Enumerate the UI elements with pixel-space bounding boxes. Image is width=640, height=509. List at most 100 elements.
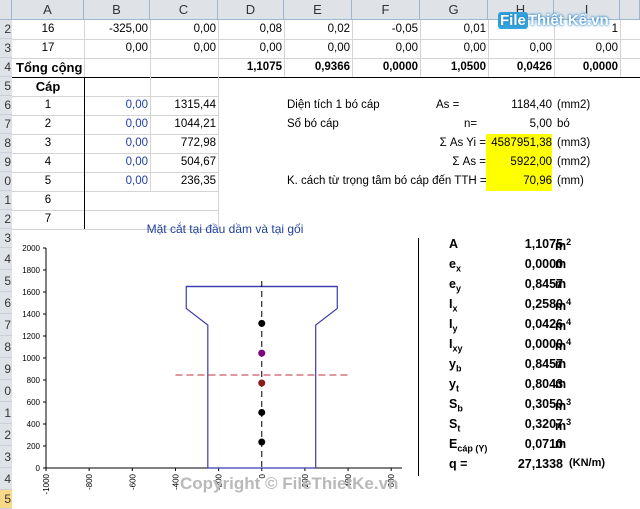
cap-x-value[interactable]: 0,00 xyxy=(84,153,148,172)
row-header-25[interactable]: 5 xyxy=(0,77,12,96)
property-value[interactable]: 0,0000 xyxy=(481,337,563,351)
info-value-sum-asyi[interactable]: 4587951,38 xyxy=(486,134,552,153)
row-header-38[interactable]: 8 xyxy=(0,336,12,358)
info-label-distance[interactable]: K. cách từ trọng tâm bó cáp đến TTH = xyxy=(287,172,487,191)
row-header-33[interactable]: 3 xyxy=(0,229,12,248)
row-header-45[interactable]: 5 xyxy=(0,490,12,509)
column-header-b[interactable]: B xyxy=(84,0,150,20)
info-value-sum-as[interactable]: 5922,00 xyxy=(486,153,552,172)
cell-b23[interactable]: 0,00 xyxy=(84,39,148,58)
cap-number[interactable]: 2 xyxy=(12,115,84,134)
property-value[interactable]: 0,8457 xyxy=(481,277,563,291)
property-value[interactable]: 0,0000 xyxy=(481,257,563,271)
cap-x-value[interactable]: 0,00 xyxy=(84,96,148,115)
info-value-n[interactable]: 5,00 xyxy=(486,115,552,134)
cell-d22[interactable]: 0,08 xyxy=(218,20,282,39)
row-header-36[interactable]: 6 xyxy=(0,292,12,314)
property-row: Ix 0,2580 m4 xyxy=(419,294,623,316)
cap-x-value[interactable]: 0,00 xyxy=(84,172,148,191)
cell-i23[interactable]: 0,00 xyxy=(554,39,618,58)
property-value[interactable]: 0,3207 xyxy=(481,417,563,431)
row-header-37[interactable]: 7 xyxy=(0,314,12,336)
row-header-32[interactable]: 2 xyxy=(0,210,12,229)
column-header-c[interactable]: C xyxy=(150,0,218,20)
row-header-40[interactable]: 0 xyxy=(0,380,12,402)
cell-g23[interactable]: 0,00 xyxy=(420,39,486,58)
info-label-area[interactable]: Diện tích 1 bó cáp xyxy=(287,96,380,115)
cap-number[interactable]: 4 xyxy=(12,153,84,172)
property-value[interactable]: 0,0710 xyxy=(481,437,563,451)
property-row: yt 0,8043 m xyxy=(419,374,623,396)
cap-x-value[interactable]: 0,00 xyxy=(84,115,148,134)
cap-y-value[interactable]: 504,67 xyxy=(150,153,216,172)
cap-y-value[interactable]: 236,35 xyxy=(150,172,216,191)
cell-h23[interactable]: 0,00 xyxy=(488,39,552,58)
column-header-next[interactable] xyxy=(620,0,640,20)
cap-y-value[interactable] xyxy=(150,191,216,210)
property-value[interactable]: 0,3050 xyxy=(481,397,563,411)
property-value[interactable]: 0,8043 xyxy=(481,377,563,391)
cell-e22[interactable]: 0,02 xyxy=(284,20,350,39)
cell-d23[interactable]: 0,00 xyxy=(218,39,282,58)
total-h[interactable]: 0,0426 xyxy=(488,58,552,77)
total-d[interactable]: 1,1075 xyxy=(218,58,282,77)
row-header-35[interactable]: 5 xyxy=(0,270,12,292)
cell-f23[interactable]: 0,00 xyxy=(352,39,418,58)
cap-number[interactable]: 1 xyxy=(12,96,84,115)
column-header-g[interactable]: G xyxy=(420,0,488,20)
cell-a23[interactable]: 17 xyxy=(12,39,84,58)
property-value[interactable]: 0,8457 xyxy=(481,357,563,371)
row-header-30[interactable]: 0 xyxy=(0,172,12,191)
total-label[interactable]: Tổng cộng xyxy=(16,58,146,77)
row-header-41[interactable]: 1 xyxy=(0,402,12,424)
row-header-39[interactable]: 9 xyxy=(0,358,12,380)
cap-x-value[interactable]: 0,00 xyxy=(84,134,148,153)
row-header-44[interactable]: 4 xyxy=(0,468,12,490)
row-header-31[interactable]: 1 xyxy=(0,191,12,210)
cell-f22[interactable]: -0,05 xyxy=(352,20,418,39)
cell-g22[interactable]: 0,01 xyxy=(420,20,486,39)
cap-number[interactable]: 5 xyxy=(12,172,84,191)
cap-number[interactable]: 7 xyxy=(12,210,84,229)
total-f[interactable]: 0,0000 xyxy=(352,58,418,77)
row-header-43[interactable]: 3 xyxy=(0,446,12,468)
cap-number[interactable]: 3 xyxy=(12,134,84,153)
total-g[interactable]: 1,0500 xyxy=(420,58,486,77)
property-value[interactable]: 0,2580 xyxy=(481,297,563,311)
column-header-d[interactable]: D xyxy=(218,0,284,20)
column-header-e[interactable]: E xyxy=(284,0,352,20)
row-header-34[interactable]: 4 xyxy=(0,248,12,270)
cap-y-value[interactable]: 1315,44 xyxy=(150,96,216,115)
info-value-as[interactable]: 1184,40 xyxy=(486,96,552,115)
row-header-26[interactable]: 6 xyxy=(0,96,12,115)
cap-y-value[interactable]: 772,98 xyxy=(150,134,216,153)
property-value[interactable]: 1,1075 xyxy=(481,237,563,251)
row-header-23[interactable]: 3 xyxy=(0,39,12,58)
info-label-count[interactable]: Số bó cáp xyxy=(287,115,339,134)
cell-a22[interactable]: 16 xyxy=(12,20,84,39)
row-header-22[interactable]: 2 xyxy=(0,20,12,39)
cap-y-value[interactable]: 1044,21 xyxy=(150,115,216,134)
corner-cell[interactable] xyxy=(0,0,12,20)
column-header-f[interactable]: F xyxy=(352,0,420,20)
info-unit-sum-as: (mm2) xyxy=(557,156,591,168)
row-header-27[interactable]: 7 xyxy=(0,115,12,134)
property-value[interactable]: 0,0426 xyxy=(481,317,563,331)
cap-x-value[interactable] xyxy=(84,191,148,210)
section-chart[interactable]: 0 200 400 600 800 1000 1200 1400 1600 1800 2000 -10… xyxy=(12,238,412,503)
cell-e23[interactable]: 0,00 xyxy=(284,39,350,58)
info-value-distance[interactable]: 70,96 xyxy=(486,172,552,191)
cell-c23[interactable]: 0,00 xyxy=(150,39,216,58)
row-header-28[interactable]: 8 xyxy=(0,134,12,153)
column-header-a[interactable]: A xyxy=(12,0,84,20)
property-value[interactable]: 27,1338 xyxy=(481,457,563,471)
row-header-42[interactable]: 2 xyxy=(0,424,12,446)
cell-b22[interactable]: -325,00 xyxy=(84,20,148,39)
row-header-24[interactable]: 4 xyxy=(0,58,12,77)
cell-c22[interactable]: 0,00 xyxy=(150,20,216,39)
row-header-29[interactable]: 9 xyxy=(0,153,12,172)
cap-header[interactable]: Cáp xyxy=(12,77,84,96)
total-e[interactable]: 0,9366 xyxy=(284,58,350,77)
cap-number[interactable]: 6 xyxy=(12,191,84,210)
total-i[interactable]: 0,0000 xyxy=(554,58,618,77)
